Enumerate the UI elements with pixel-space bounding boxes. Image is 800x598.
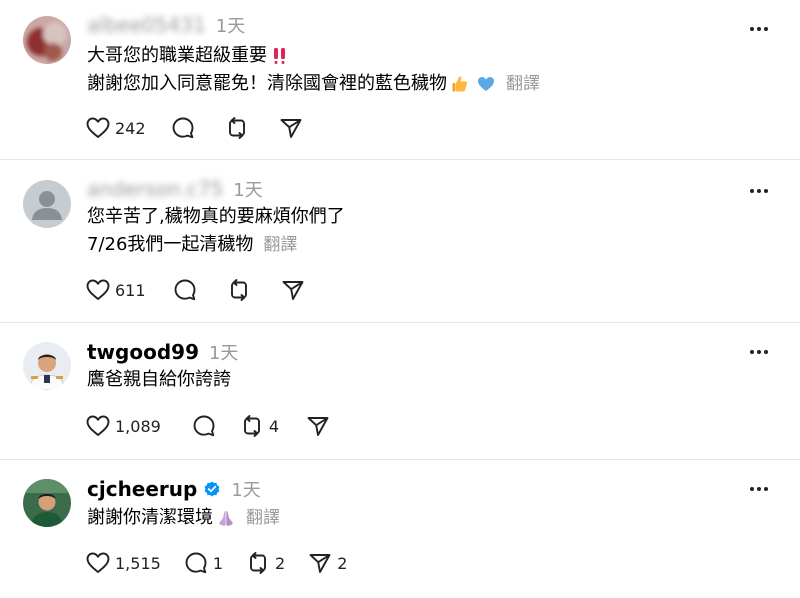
post-text-line: 謝謝你清潔環境 翻譯 xyxy=(87,505,280,531)
comment-button[interactable] xyxy=(170,115,196,141)
repost-count: 4 xyxy=(268,416,279,436)
comment-bubble-icon xyxy=(170,115,196,141)
post-text: 7/26我們一起清穢物 xyxy=(87,234,254,255)
comment-bubble-icon xyxy=(183,550,209,576)
reply-post: twgood99 1天 鷹爸親自給你誇誇 1,089 4 xyxy=(0,323,800,460)
share-button[interactable] xyxy=(278,115,304,141)
post-text-line: 謝謝您加入同意罷免！清除國會裡的藍色穢物 翻譯 xyxy=(87,71,540,97)
username[interactable]: cjcheerup xyxy=(87,477,197,501)
like-count: 611 xyxy=(115,280,146,300)
heart-icon xyxy=(85,413,111,439)
more-horizontal-icon xyxy=(749,486,769,492)
post-header: anderson.c75 1天 xyxy=(87,176,263,202)
share-button[interactable] xyxy=(305,413,331,439)
comment-count: 1 xyxy=(212,553,223,573)
repost-button[interactable] xyxy=(224,115,250,141)
username[interactable]: albee05431 xyxy=(87,13,206,37)
more-horizontal-icon xyxy=(749,26,769,32)
thumbs-up-emoji-icon xyxy=(452,76,468,92)
send-icon xyxy=(307,550,333,576)
post-text-line: 大哥您的職業超級重要 xyxy=(87,43,290,69)
repost-icon xyxy=(245,550,271,576)
username[interactable]: twgood99 xyxy=(87,340,199,364)
repost-icon xyxy=(226,277,252,303)
share-button[interactable]: 2 xyxy=(307,550,347,576)
post-header: albee05431 1天 xyxy=(87,12,245,38)
send-icon xyxy=(305,413,331,439)
reply-post: albee05431 1天 大哥您的職業超級重要 謝謝您加入同意罷免！清除國會裡… xyxy=(0,0,800,160)
comment-bubble-icon xyxy=(191,413,217,439)
avatar[interactable] xyxy=(23,479,71,527)
more-horizontal-icon xyxy=(749,188,769,194)
comment-button[interactable] xyxy=(172,277,198,303)
like-button[interactable]: 611 xyxy=(85,277,146,303)
like-count: 1,515 xyxy=(115,553,161,573)
action-bar: 242 xyxy=(85,114,324,142)
folded-hands-emoji-icon xyxy=(219,511,233,526)
post-header: twgood99 1天 xyxy=(87,339,238,365)
repost-button[interactable]: 4 xyxy=(239,413,279,439)
post-text: 您辛苦了,穢物真的要麻煩你們了 xyxy=(87,206,345,227)
like-button[interactable]: 1,515 xyxy=(85,550,161,576)
repost-count: 2 xyxy=(275,553,286,573)
timestamp[interactable]: 1天 xyxy=(216,12,245,38)
action-bar: 1,515 1 2 2 xyxy=(85,549,367,577)
timestamp[interactable]: 1天 xyxy=(233,176,262,202)
avatar[interactable] xyxy=(23,180,71,228)
like-count: 242 xyxy=(115,118,146,138)
post-text-line: 您辛苦了,穢物真的要麻煩你們了 xyxy=(87,204,345,230)
more-horizontal-icon xyxy=(749,349,769,355)
verified-badge-icon xyxy=(204,481,220,497)
repost-icon xyxy=(224,115,250,141)
post-text: 謝謝您加入同意罷免！清除國會裡的藍色穢物 xyxy=(87,73,447,94)
comment-button[interactable] xyxy=(191,413,217,439)
double-exclamation-emoji-icon xyxy=(274,48,285,64)
send-icon xyxy=(280,277,306,303)
repost-button[interactable] xyxy=(226,277,252,303)
share-count: 2 xyxy=(337,553,348,573)
like-button[interactable]: 1,089 xyxy=(85,413,161,439)
action-bar: 1,089 4 xyxy=(85,412,351,440)
avatar[interactable] xyxy=(23,16,71,64)
heart-icon xyxy=(85,550,111,576)
translate-link[interactable]: 翻譯 xyxy=(246,505,280,531)
blue-heart-emoji-icon xyxy=(478,77,494,91)
like-button[interactable]: 242 xyxy=(85,115,146,141)
repost-icon xyxy=(239,413,265,439)
action-bar: 611 xyxy=(85,276,326,304)
post-text-line: 7/26我們一起清穢物 翻譯 xyxy=(87,232,297,258)
post-header: cjcheerup 1天 xyxy=(87,476,261,502)
username[interactable]: anderson.c75 xyxy=(87,177,223,201)
more-options-button[interactable] xyxy=(748,341,770,363)
comment-button[interactable]: 1 xyxy=(183,550,223,576)
more-options-button[interactable] xyxy=(748,18,770,40)
translate-link[interactable]: 翻譯 xyxy=(263,232,297,258)
heart-icon xyxy=(85,277,111,303)
post-text-line: 鷹爸親自給你誇誇 xyxy=(87,367,231,393)
repost-button[interactable]: 2 xyxy=(245,550,285,576)
reply-post: anderson.c75 1天 您辛苦了,穢物真的要麻煩你們了 7/26我們一起… xyxy=(0,160,800,323)
like-count: 1,089 xyxy=(115,416,161,436)
share-button[interactable] xyxy=(280,277,306,303)
heart-icon xyxy=(85,115,111,141)
post-text: 謝謝你清潔環境 xyxy=(87,507,213,528)
timestamp[interactable]: 1天 xyxy=(231,476,260,502)
post-text: 大哥您的職業超級重要 xyxy=(87,45,267,66)
timestamp[interactable]: 1天 xyxy=(209,339,238,365)
more-options-button[interactable] xyxy=(748,180,770,202)
avatar[interactable] xyxy=(23,342,71,390)
reply-post: cjcheerup 1天 謝謝你清潔環境 翻譯 1,515 1 2 2 xyxy=(0,460,800,598)
send-icon xyxy=(278,115,304,141)
translate-link[interactable]: 翻譯 xyxy=(506,71,540,97)
post-text: 鷹爸親自給你誇誇 xyxy=(87,369,231,390)
more-options-button[interactable] xyxy=(748,478,770,500)
comment-bubble-icon xyxy=(172,277,198,303)
